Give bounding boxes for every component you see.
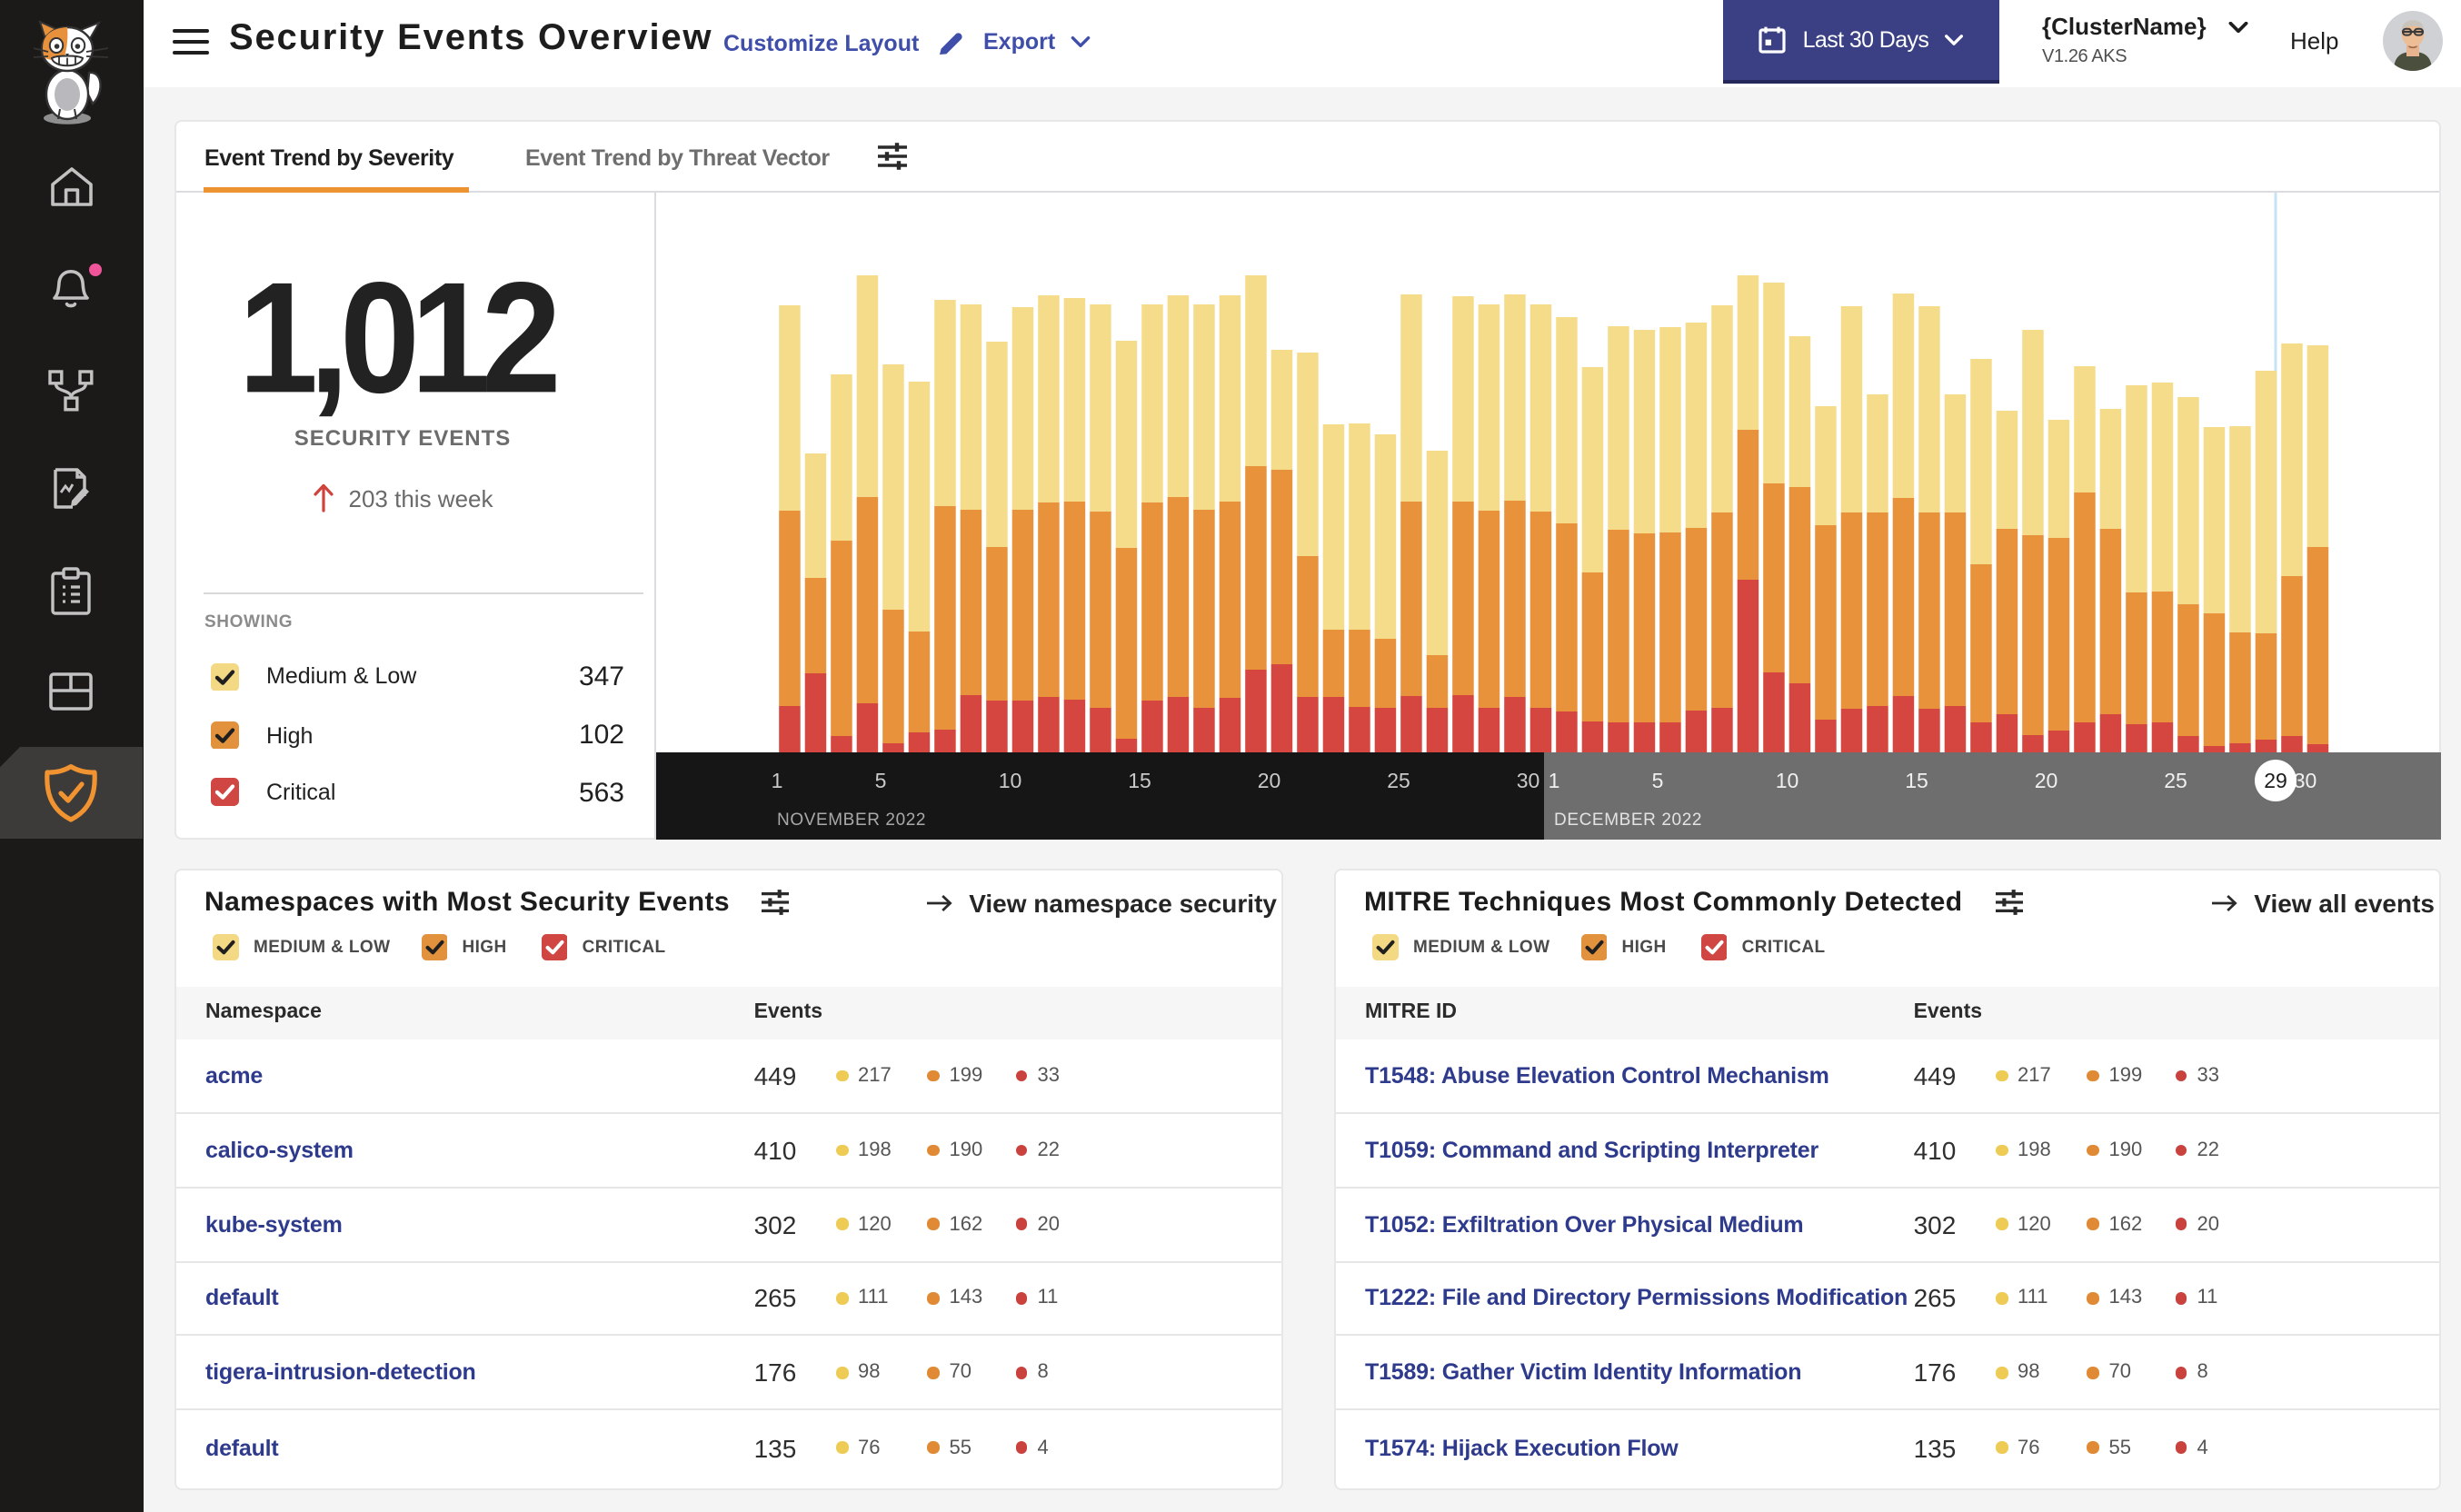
svg-text:15: 15 (1127, 768, 1151, 791)
svg-text:10: 10 (1775, 768, 1798, 791)
svg-text:5: 5 (874, 768, 886, 791)
svg-text:1: 1 (771, 768, 782, 791)
svg-text:30: 30 (1516, 768, 1539, 791)
svg-text:15: 15 (1904, 768, 1928, 791)
svg-text:29: 29 (2263, 768, 2287, 791)
svg-text:5: 5 (1651, 768, 1663, 791)
svg-text:20: 20 (2034, 768, 2057, 791)
svg-text:25: 25 (2163, 768, 2187, 791)
svg-text:DECEMBER 2022: DECEMBER 2022 (1553, 810, 1701, 829)
svg-text:20: 20 (1257, 768, 1280, 791)
svg-text:10: 10 (998, 768, 1021, 791)
svg-text:25: 25 (1386, 768, 1410, 791)
svg-text:30: 30 (2293, 768, 2317, 791)
svg-text:1: 1 (1548, 768, 1559, 791)
svg-text:NOVEMBER 2022: NOVEMBER 2022 (776, 810, 925, 829)
